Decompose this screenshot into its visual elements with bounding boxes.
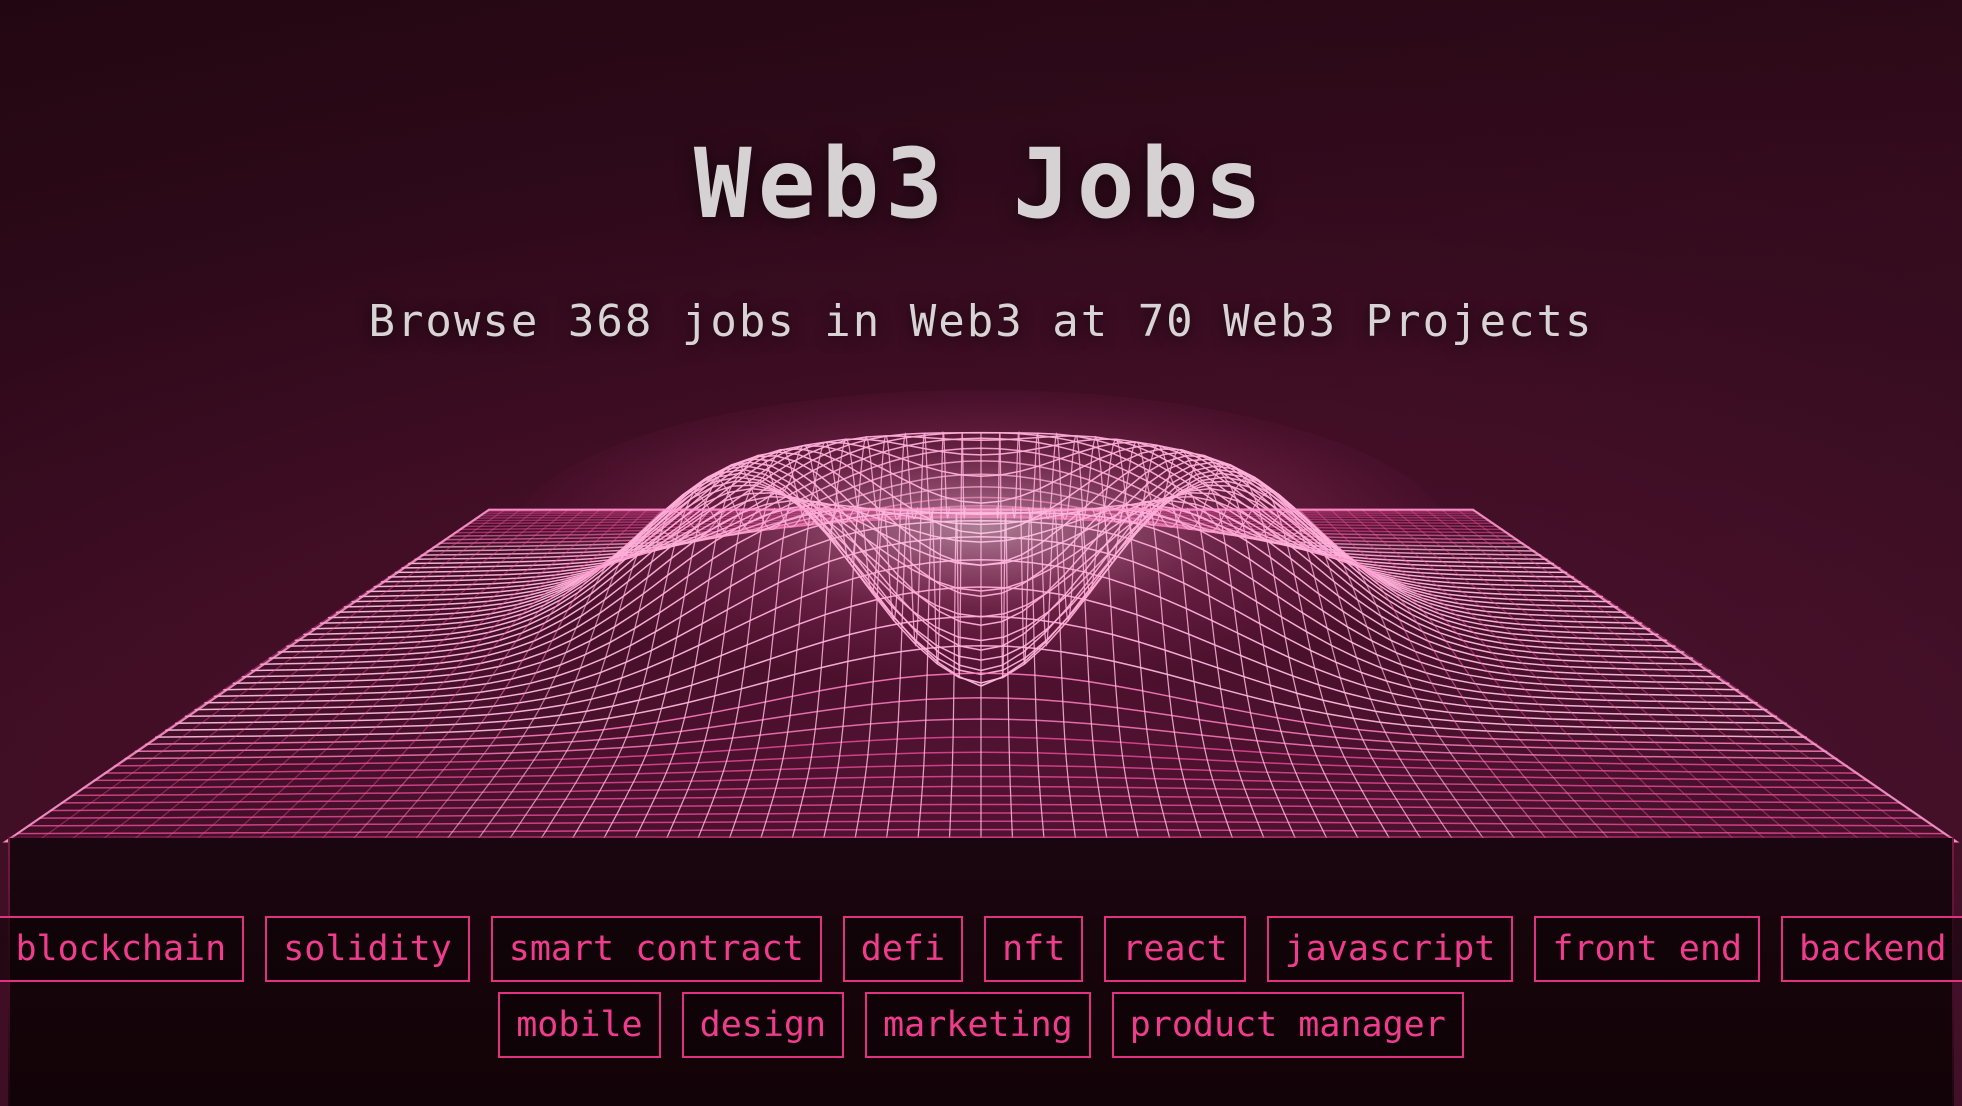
tag-marketing[interactable]: marketing	[865, 992, 1091, 1058]
tag-row-secondary: mobile design marketing product manager	[498, 992, 1464, 1058]
mesh-lines	[2, 430, 1960, 843]
tag-nft[interactable]: nft	[984, 916, 1084, 982]
tag-row-primary: blockchain solidity smart contract defi nft r…	[0, 916, 1962, 982]
page-subtitle: Browse 368 jobs in Web3 at 70 Web3 Proje…	[368, 296, 1594, 347]
tag-smart-contract[interactable]: smart contract	[490, 916, 822, 982]
tag-blockchain[interactable]: blockchain	[0, 916, 245, 982]
mesh-glow	[511, 390, 1451, 690]
tag-solidity[interactable]: solidity	[265, 916, 470, 982]
tag-react[interactable]: react	[1104, 916, 1246, 982]
tag-front-end[interactable]: front end	[1534, 916, 1761, 982]
tag-design[interactable]: design	[681, 992, 845, 1058]
tag-javascript[interactable]: javascript	[1266, 916, 1514, 982]
tag-defi[interactable]: defi	[842, 916, 964, 982]
tag-backend[interactable]: backend	[1781, 916, 1962, 982]
tag-product-manager[interactable]: product manager	[1111, 992, 1464, 1058]
tag-filter-list: blockchain solidity smart contract defi nft r…	[0, 916, 1962, 1058]
tag-mobile[interactable]: mobile	[498, 992, 661, 1058]
page-root: Web3 Jobs Browse 368 jobs in Web3 at 70 …	[0, 0, 1962, 1106]
podium-top-edge	[8, 836, 1954, 838]
page-title: Web3 Jobs	[693, 128, 1269, 240]
hero-section: Web3 Jobs Browse 368 jobs in Web3 at 70 …	[0, 0, 1962, 347]
